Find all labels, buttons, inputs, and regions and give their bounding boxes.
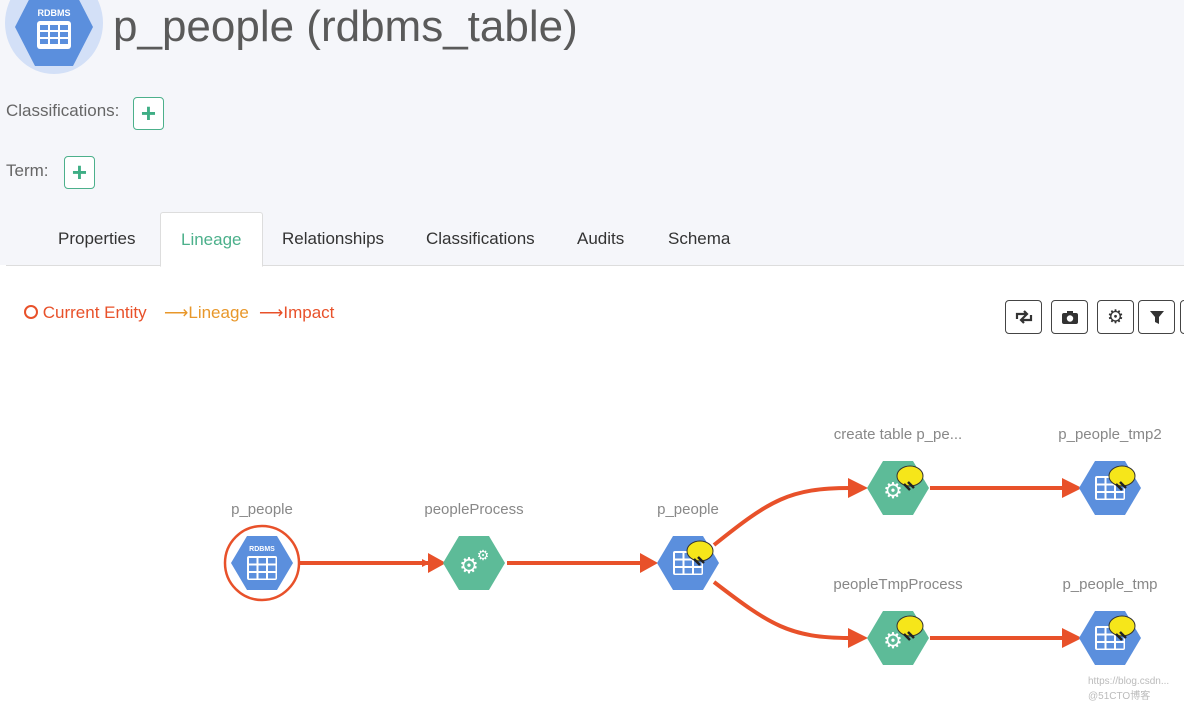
lineage-node[interactable]: peopleTmpProcess⚙⚙ bbox=[833, 576, 963, 665]
gear-icon: ⚙ bbox=[477, 547, 490, 563]
lineage-node[interactable]: p_people_tmp bbox=[1062, 576, 1158, 665]
lineage-node[interactable]: peopleProcess⚙⚙ bbox=[424, 501, 524, 590]
rdbms-label: RDBMS bbox=[249, 546, 275, 553]
node-label: p_people_tmp2 bbox=[1058, 426, 1161, 443]
lineage-node[interactable]: p_people bbox=[657, 501, 719, 590]
watermark: https://blog.csdn... @51CTO博客 bbox=[1088, 676, 1170, 702]
node-label: p_people bbox=[231, 501, 293, 518]
lineage-node[interactable]: create table p_pe...⚙⚙ bbox=[834, 426, 962, 515]
lineage-node[interactable]: p_people RDBMS bbox=[223, 501, 301, 602]
node-label: peopleProcess bbox=[424, 501, 523, 518]
node-label: p_people_tmp bbox=[1062, 576, 1157, 593]
edge bbox=[712, 486, 851, 547]
node-label: create table p_pe... bbox=[834, 426, 962, 443]
arrowhead bbox=[848, 478, 868, 498]
edge bbox=[712, 580, 851, 640]
node-label: p_people bbox=[657, 501, 719, 518]
node-label: peopleTmpProcess bbox=[833, 576, 962, 593]
lineage-node[interactable]: p_people_tmp2 bbox=[1058, 426, 1162, 515]
arrowhead bbox=[640, 553, 658, 573]
lineage-graph: p_peopleRDBMSpeopleProcess⚙⚙p_peoplecrea… bbox=[223, 426, 1162, 665]
arrowhead bbox=[848, 628, 868, 648]
